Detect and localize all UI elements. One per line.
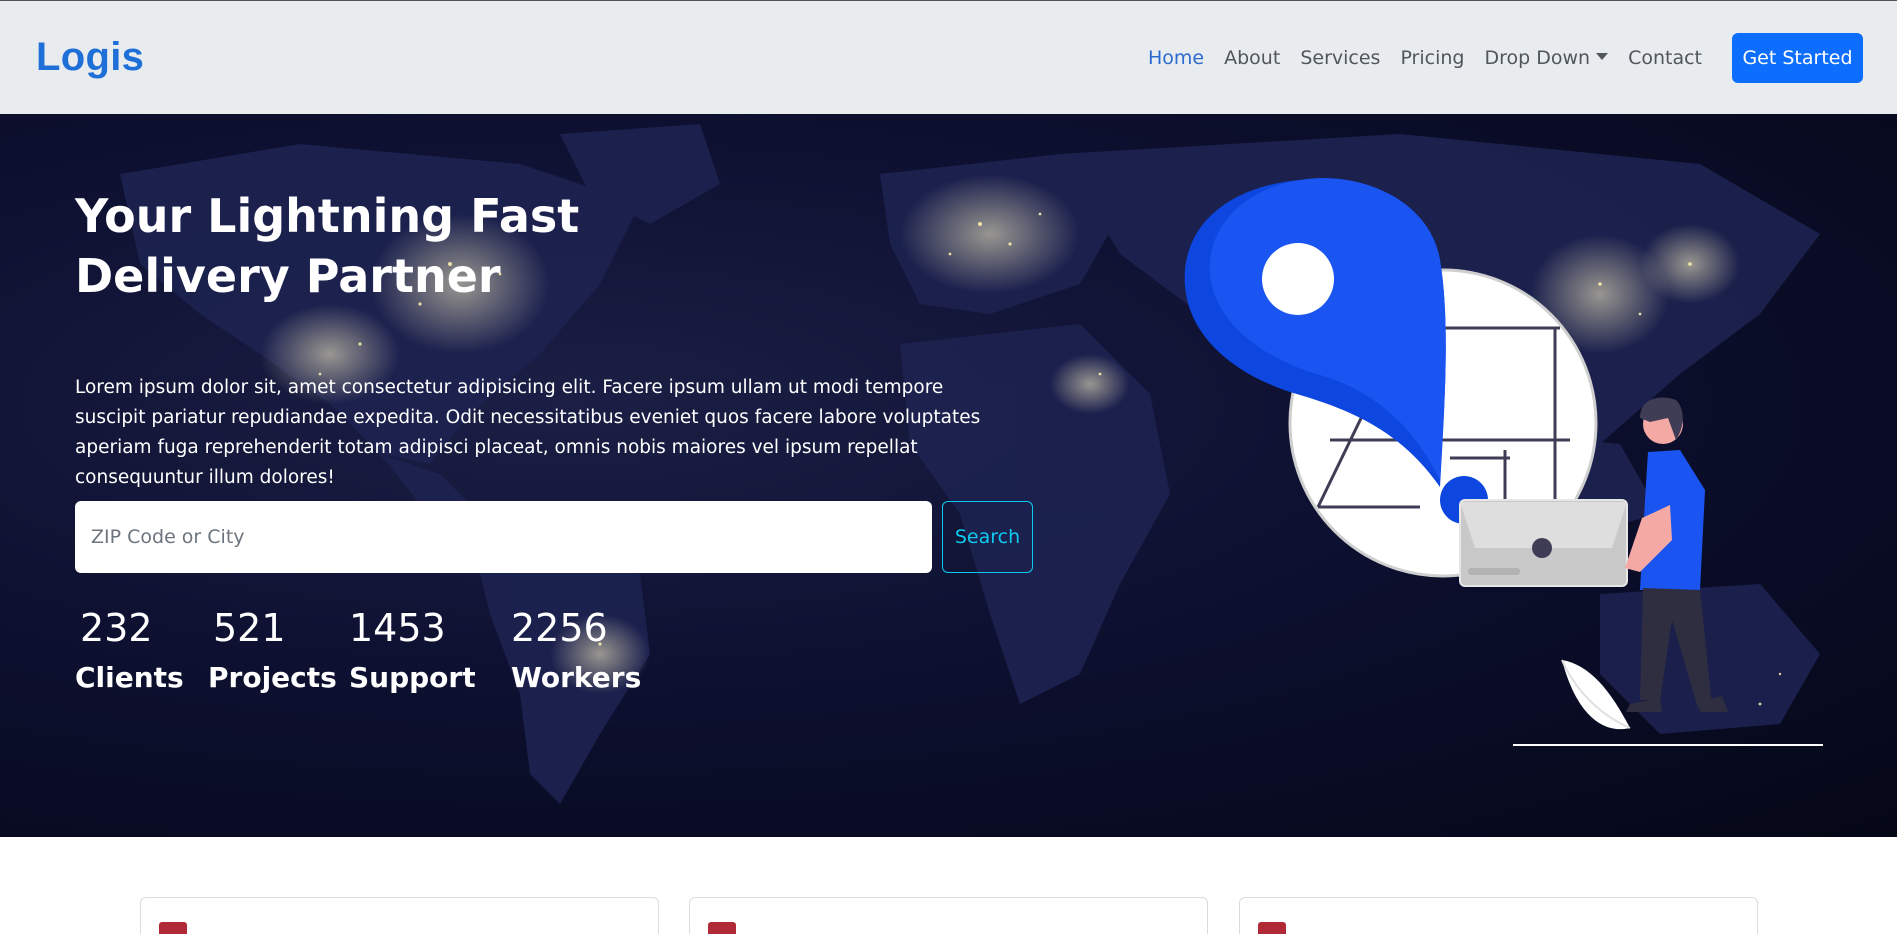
service-card[interactable] [1239, 897, 1758, 934]
stat-label: Clients [75, 661, 184, 694]
stat-label: Projects [208, 661, 337, 694]
hero-title-line1: Your Lightning Fast [75, 189, 580, 243]
zip-search-input[interactable] [75, 501, 932, 573]
nav-home[interactable]: Home [1148, 47, 1204, 69]
hero-section: Your Lightning Fast Delivery Partner Lor… [0, 114, 1897, 837]
stat-projects: 521 Projects [208, 602, 337, 702]
stat-number: 1453 [349, 606, 446, 650]
nav-pricing[interactable]: Pricing [1400, 47, 1464, 69]
main-nav: Home About Services Pricing Drop Down Co… [1128, 32, 1863, 83]
brand-logo[interactable]: Logis [36, 35, 144, 80]
stat-number: 521 [213, 606, 286, 650]
service-card[interactable] [689, 897, 1208, 934]
cart-icon [159, 922, 187, 934]
stat-number: 232 [80, 606, 153, 650]
stat-number: 2256 [511, 606, 608, 650]
nav-about[interactable]: About [1224, 47, 1280, 69]
hero-description: Lorem ipsum dolor sit, amet consectetur … [75, 377, 981, 488]
nav-contact[interactable]: Contact [1628, 47, 1702, 69]
stat-label: Workers [511, 661, 642, 694]
delivery-illustration [1184, 178, 1823, 746]
truck-icon [708, 922, 736, 934]
search-button[interactable]: Search [942, 501, 1033, 573]
site-header: Logis Home About Services Pricing Drop D… [0, 0, 1897, 114]
stat-workers: 2256 Workers [511, 602, 641, 702]
delivery-icon [1258, 922, 1286, 934]
hero-title: Your Lightning Fast Delivery Partner [75, 186, 675, 306]
stat-support: 1453 Support [349, 602, 476, 702]
get-started-button[interactable]: Get Started [1732, 32, 1863, 83]
nav-dropdown-label: Drop Down [1484, 46, 1591, 69]
nav-dropdown[interactable]: Drop Down [1484, 46, 1609, 69]
nav-services[interactable]: Services [1300, 47, 1380, 69]
stat-clients: 232 Clients [75, 602, 184, 702]
service-card[interactable] [140, 897, 659, 934]
caret-down-icon [1596, 52, 1609, 60]
hero-title-line2: Delivery Partner [75, 249, 501, 303]
stat-label: Support [349, 661, 476, 694]
